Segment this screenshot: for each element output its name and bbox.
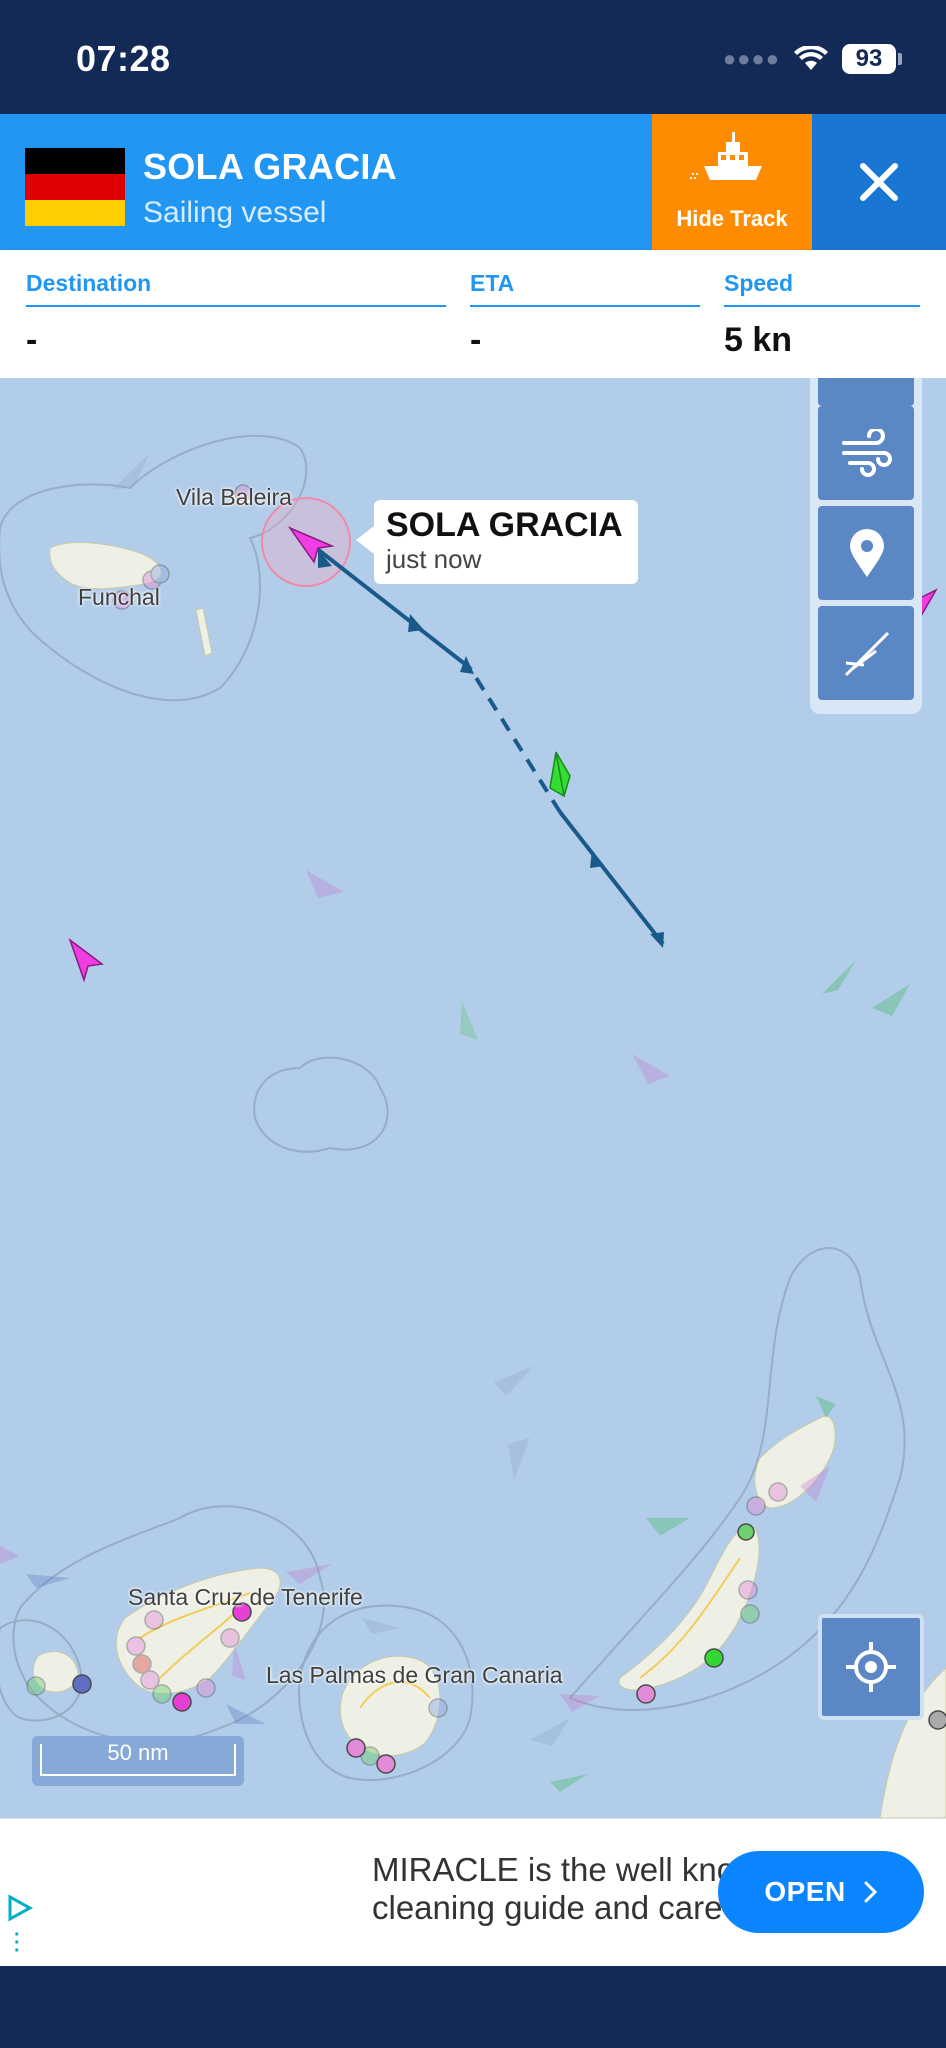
vessel-header: SOLA GRACIA Sailing vessel Hide Track	[0, 114, 946, 250]
wifi-icon	[794, 46, 828, 70]
ad-menu-icon[interactable]: · · ·	[14, 1925, 21, 1961]
measure-button[interactable]	[818, 606, 914, 700]
home-indicator-bar	[0, 1966, 946, 2048]
destination-field: Destination -	[26, 270, 446, 360]
pin-icon	[850, 529, 884, 577]
map-view[interactable]: Vila Baleira Funchal Santa Cruz de Tener…	[0, 378, 946, 1818]
place-label-las-palmas: Las Palmas de Gran Canaria	[266, 1662, 563, 1688]
place-label-funchal: Funchal	[78, 584, 160, 610]
lanzarote-island	[754, 1415, 836, 1509]
selvagens-boundary	[253, 1056, 389, 1153]
eta-field: ETA -	[470, 270, 700, 360]
callout-vessel-name: SOLA GRACIA	[386, 506, 623, 544]
map-scale-bar: 50 nm	[32, 1736, 244, 1786]
speed-field: Speed 5 kn	[724, 270, 920, 360]
ad-banner[interactable]: · · · MIRACLE is the well known cleaning g…	[0, 1818, 946, 1966]
measure-icon	[844, 631, 890, 677]
status-bar: 07:28 ●●●● 93	[0, 0, 946, 114]
status-time: 07:28	[76, 38, 171, 79]
vessel-callout[interactable]: SOLA GRACIA just now	[356, 500, 638, 584]
desertas-island	[195, 607, 213, 657]
chevron-right-icon	[864, 1881, 877, 1903]
germany-flag-icon	[25, 148, 125, 226]
vessel-name: SOLA GRACIA	[143, 146, 397, 187]
place-label-santa-cruz: Santa Cruz de Tenerife	[128, 1584, 363, 1610]
hide-track-button[interactable]: Hide Track	[652, 114, 812, 250]
vessel-info-row: Destination - ETA - Speed 5 kn	[0, 250, 946, 378]
vessel-type: Sailing vessel	[143, 196, 327, 229]
speed-value: 5 kn	[724, 321, 793, 359]
eta-label: ETA	[470, 270, 700, 307]
wind-button[interactable]	[818, 406, 914, 500]
crosshair-icon	[846, 1642, 896, 1692]
speed-label: Speed	[724, 270, 920, 307]
signal-icon: ●●●●	[722, 46, 780, 71]
close-icon	[860, 163, 898, 201]
other-vessel-marker	[549, 751, 571, 798]
ad-open-button[interactable]: OPEN	[718, 1851, 924, 1933]
destination-value: -	[26, 321, 38, 359]
destination-label: Destination	[26, 270, 446, 307]
location-pin-button[interactable]	[818, 506, 914, 600]
wind-icon	[842, 429, 892, 477]
map-tools-panel	[810, 378, 922, 714]
eta-value: -	[470, 321, 482, 359]
vessel-track	[314, 546, 665, 946]
ad-choices-icon[interactable]	[6, 1893, 34, 1923]
status-icons: ●●●● 93	[723, 44, 902, 74]
locate-me-button[interactable]	[818, 1614, 924, 1720]
battery-level: 93	[842, 44, 896, 74]
battery-icon	[898, 53, 902, 65]
layers-button[interactable]	[818, 378, 914, 406]
scale-label: 50 nm	[107, 1740, 169, 1765]
ad-open-label: OPEN	[764, 1876, 846, 1907]
place-label-vila-baleira: Vila Baleira	[176, 484, 292, 510]
close-button[interactable]	[812, 114, 946, 250]
ship-icon	[690, 132, 762, 180]
callout-time: just now	[386, 544, 482, 574]
hide-track-label: Hide Track	[676, 206, 788, 231]
fuerteventura-island	[618, 1525, 760, 1691]
